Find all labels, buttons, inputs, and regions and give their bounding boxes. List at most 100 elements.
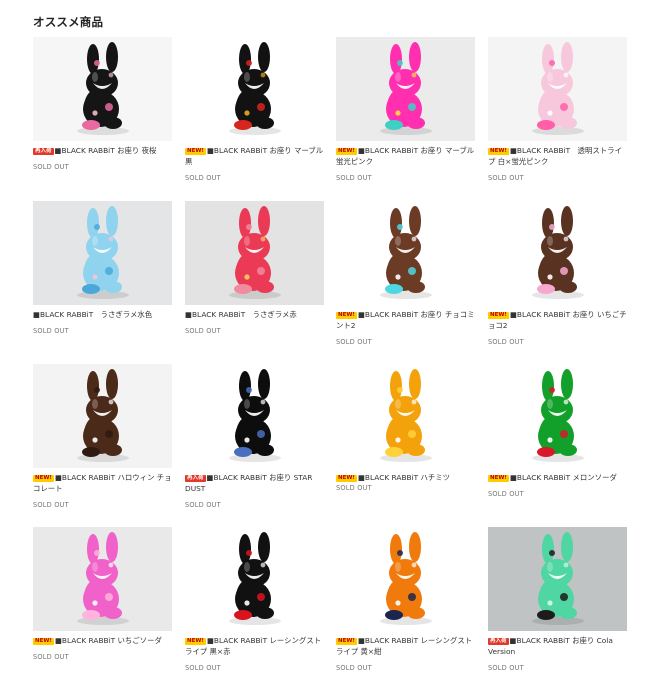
product-link[interactable]: ■BLACK RABBiT うさぎラメ水色: [33, 310, 152, 319]
rabbit-figure-image: [488, 201, 627, 305]
stock-status: SOLD OUT: [185, 664, 221, 672]
product-name: NEW! ■BLACK RABBiT ハロウィン チョコレート: [33, 472, 172, 494]
product-card[interactable]: NEW! ■BLACK RABBiT お座り マーブル蛍光ピンク SOLD OUT: [336, 37, 475, 182]
product-image[interactable]: [185, 37, 324, 141]
new-badge: NEW!: [336, 475, 357, 482]
stock-status: SOLD OUT: [488, 664, 524, 672]
product-image[interactable]: [336, 201, 475, 305]
stock-status: SOLD OUT: [185, 327, 221, 335]
rabbit-figure-image: [488, 364, 627, 468]
product-image[interactable]: [185, 201, 324, 305]
stock-status: SOLD OUT: [185, 501, 221, 509]
rabbit-figure-image: [33, 364, 172, 468]
product-link[interactable]: ■BLACK RABBiT お座り 夜桜: [55, 146, 157, 155]
product-name: NEW! ■BLACK RABBiT いちごソーダ: [33, 635, 172, 646]
product-name: NEW! ■BLACK RABBiT レーシングストライプ 黄×紺: [336, 635, 475, 657]
product-link[interactable]: ■BLACK RABBiT ハチミツ: [358, 473, 450, 482]
product-card[interactable]: NEW! ■BLACK RABBiT お座り チョコミント2 SOLD OUT: [336, 201, 475, 346]
new-badge: NEW!: [488, 312, 509, 319]
product-name: 再入荷 ■BLACK RABBiT お座り STAR DUST: [185, 472, 324, 494]
product-image[interactable]: [488, 527, 627, 631]
product-link[interactable]: ■BLACK RABBiT うさぎラメ赤: [185, 310, 297, 319]
product-card[interactable]: 再入荷 ■BLACK RABBiT お座り 夜桜 SOLD OUT: [33, 37, 172, 171]
stock-status: SOLD OUT: [33, 501, 69, 509]
product-name: ■BLACK RABBiT うさぎラメ水色: [33, 309, 172, 320]
section-title: オススメ商品: [33, 15, 104, 29]
stock-status: SOLD OUT: [488, 338, 524, 346]
product-image[interactable]: [488, 37, 627, 141]
product-listing-page: オススメ商品 再入荷 ■BLACK RABBiT お座り 夜桜 SOLD OUT NE…: [0, 0, 658, 680]
product-link[interactable]: ■BLACK RABBiT いちごソーダ: [55, 636, 162, 645]
new-badge: NEW!: [336, 638, 357, 645]
product-image[interactable]: [33, 37, 172, 141]
product-name: NEW! ■BLACK RABBiT お座り マーブル黒: [185, 145, 324, 167]
new-badge: NEW!: [336, 148, 357, 155]
product-name: NEW! ■BLACK RABBiT お座り チョコミント2: [336, 309, 475, 331]
stock-status: SOLD OUT: [336, 338, 372, 346]
product-name: 再入荷 ■BLACK RABBiT お座り Cola Version: [488, 635, 627, 657]
restock-badge: 再入荷: [488, 638, 509, 645]
rabbit-figure-image: [33, 37, 172, 141]
rabbit-figure-image: [488, 37, 627, 141]
product-card[interactable]: NEW! ■BLACK RABBiT いちごソーダ SOLD OUT: [33, 527, 172, 661]
product-card[interactable]: NEW! ■BLACK RABBiT お座り いちごチョコ2 SOLD OUT: [488, 201, 627, 346]
product-name: NEW! ■BLACK RABBiT 透明ストライプ 白×蛍光ピンク: [488, 145, 627, 167]
product-card[interactable]: NEW! ■BLACK RABBiT レーシングストライプ 黄×紺 SOLD OUT: [336, 527, 475, 672]
product-image[interactable]: [185, 527, 324, 631]
stock-status: SOLD OUT: [336, 484, 372, 492]
new-badge: NEW!: [33, 475, 54, 482]
product-card[interactable]: ■BLACK RABBiT うさぎラメ水色 SOLD OUT: [33, 201, 172, 335]
rabbit-figure-image: [33, 527, 172, 631]
rabbit-figure-image: [185, 201, 324, 305]
product-name: NEW! ■BLACK RABBiT お座り マーブル蛍光ピンク: [336, 145, 475, 167]
product-image[interactable]: [185, 364, 324, 468]
rabbit-figure-image: [336, 201, 475, 305]
product-image[interactable]: [336, 527, 475, 631]
stock-status: SOLD OUT: [33, 327, 69, 335]
new-badge: NEW!: [488, 148, 509, 155]
product-card[interactable]: 再入荷 ■BLACK RABBiT お座り STAR DUST SOLD OUT: [185, 364, 324, 509]
rabbit-figure-image: [488, 527, 627, 631]
product-name: ■BLACK RABBiT うさぎラメ赤: [185, 309, 324, 320]
rabbit-figure-image: [336, 37, 475, 141]
stock-status: SOLD OUT: [185, 174, 221, 182]
product-name: 再入荷 ■BLACK RABBiT お座り 夜桜: [33, 145, 172, 156]
product-image[interactable]: [336, 364, 475, 468]
rabbit-figure-image: [185, 37, 324, 141]
restock-badge: 再入荷: [185, 475, 206, 482]
product-link[interactable]: ■BLACK RABBiT メロンソーダ: [510, 473, 617, 482]
product-card[interactable]: NEW! ■BLACK RABBiT メロンソーダ SOLD OUT: [488, 364, 627, 498]
product-card[interactable]: ■BLACK RABBiT うさぎラメ赤 SOLD OUT: [185, 201, 324, 335]
product-image[interactable]: [336, 37, 475, 141]
product-image[interactable]: [33, 527, 172, 631]
new-badge: NEW!: [33, 638, 54, 645]
new-badge: NEW!: [336, 312, 357, 319]
stock-status: SOLD OUT: [33, 163, 69, 171]
rabbit-figure-image: [33, 201, 172, 305]
stock-status: SOLD OUT: [33, 653, 69, 661]
product-name: NEW! ■BLACK RABBiT メロンソーダ: [488, 472, 627, 483]
stock-status: SOLD OUT: [488, 490, 524, 498]
product-card[interactable]: 再入荷 ■BLACK RABBiT お座り Cola Version SOLD OU…: [488, 527, 627, 672]
new-badge: NEW!: [488, 475, 509, 482]
product-image[interactable]: [488, 201, 627, 305]
stock-status: SOLD OUT: [336, 174, 372, 182]
product-card[interactable]: NEW! ■BLACK RABBiT 透明ストライプ 白×蛍光ピンク SOLD OU…: [488, 37, 627, 182]
product-card[interactable]: NEW! ■BLACK RABBiT レーシングストライプ 黒×赤 SOLD OUT: [185, 527, 324, 672]
product-card[interactable]: NEW! ■BLACK RABBiT ハロウィン チョコレート SOLD OUT: [33, 364, 172, 509]
product-image[interactable]: [33, 364, 172, 468]
product-card[interactable]: NEW! ■BLACK RABBiT お座り マーブル黒 SOLD OUT: [185, 37, 324, 182]
stock-status: SOLD OUT: [336, 664, 372, 672]
product-card[interactable]: NEW! ■BLACK RABBiT ハチミツ SOLD OUT: [336, 364, 475, 492]
stock-status: SOLD OUT: [488, 174, 524, 182]
new-badge: NEW!: [185, 638, 206, 645]
rabbit-figure-image: [185, 364, 324, 468]
new-badge: NEW!: [185, 148, 206, 155]
restock-badge: 再入荷: [33, 148, 54, 155]
product-name: NEW! ■BLACK RABBiT お座り いちごチョコ2: [488, 309, 627, 331]
rabbit-figure-image: [336, 527, 475, 631]
rabbit-figure-image: [185, 527, 324, 631]
product-image[interactable]: [33, 201, 172, 305]
product-name: NEW! ■BLACK RABBiT ハチミツ: [336, 472, 475, 483]
product-image[interactable]: [488, 364, 627, 468]
